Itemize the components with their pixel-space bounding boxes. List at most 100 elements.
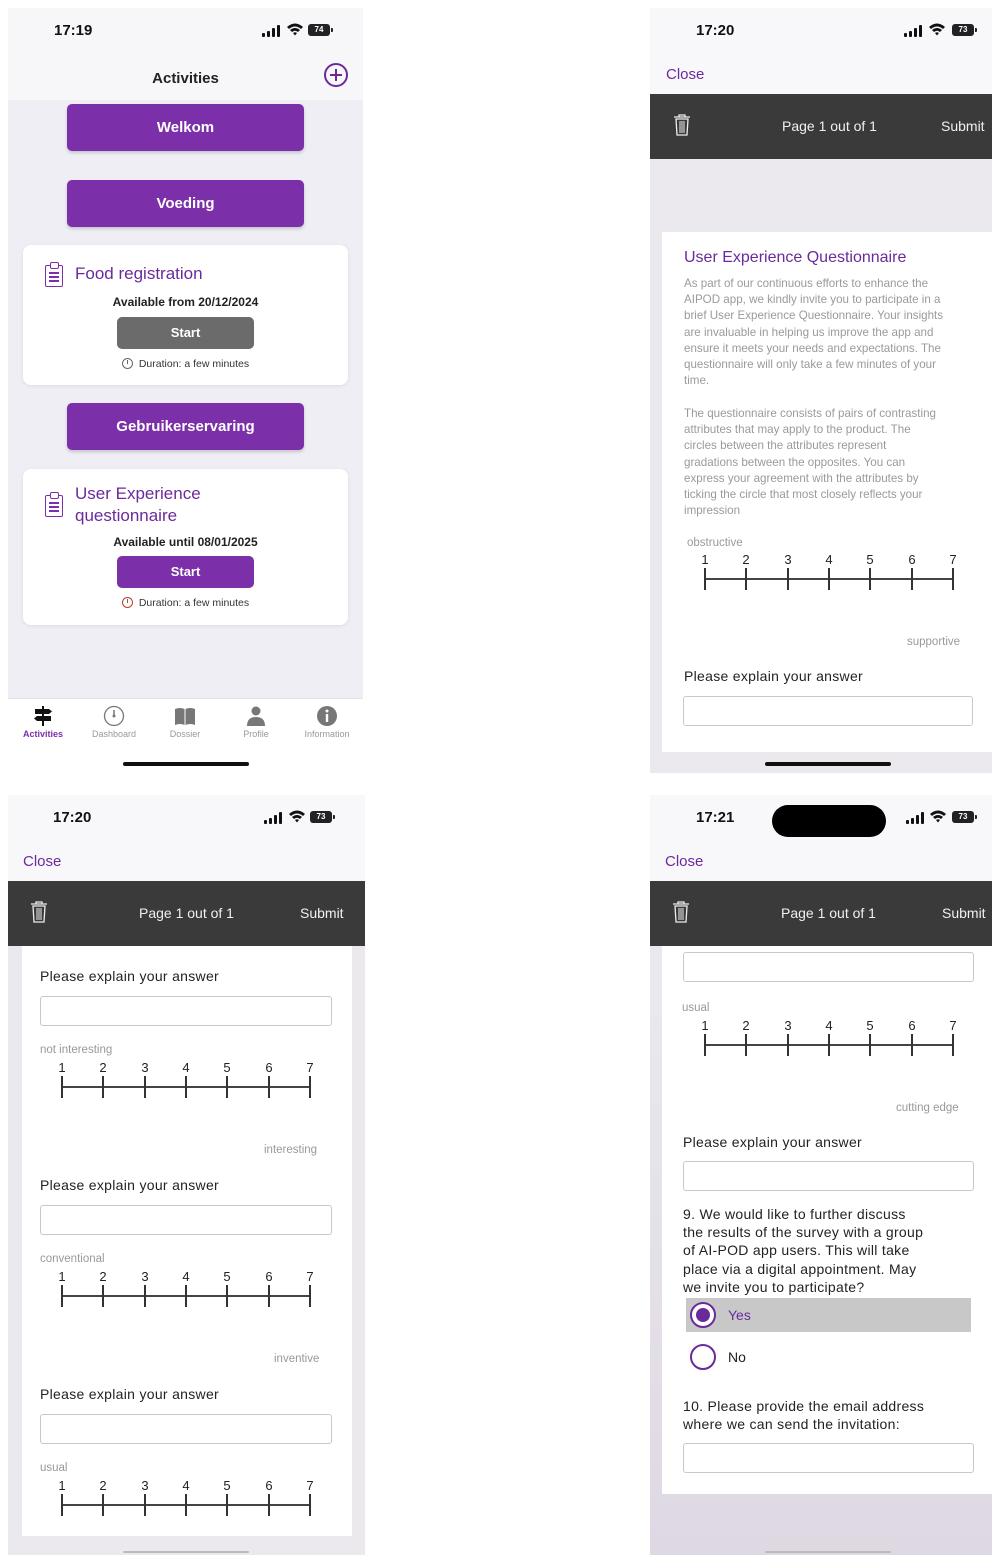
scale-option-6[interactable] <box>268 1285 270 1307</box>
scale-option-6[interactable] <box>911 1034 913 1056</box>
tab-profile[interactable]: Profile <box>221 705 291 739</box>
status-time: 17:21 <box>696 809 735 826</box>
welkom-button[interactable]: Welkom <box>67 104 304 151</box>
rating-scale-inventive[interactable]: 1 2 3 4 5 6 7 <box>58 1269 322 1307</box>
signal-icon <box>264 812 282 824</box>
scale-option-2[interactable] <box>102 1494 104 1516</box>
scale-option-4[interactable] <box>185 1494 187 1516</box>
scale-option-3[interactable] <box>787 568 789 590</box>
card-title-line-1: User Experience <box>75 484 201 503</box>
scale-number: 6 <box>908 552 916 567</box>
tab-dossier[interactable]: Dossier <box>150 705 220 739</box>
scale-option-4[interactable] <box>185 1076 187 1098</box>
scale-option-7[interactable] <box>952 1034 954 1056</box>
scale-option-5[interactable] <box>226 1285 228 1307</box>
radio-yes[interactable] <box>690 1302 716 1328</box>
tab-information[interactable]: Information <box>292 705 362 739</box>
scale-option-7[interactable] <box>309 1076 311 1098</box>
scale-right-label: supportive <box>907 636 961 648</box>
scale-option-2[interactable] <box>102 1076 104 1098</box>
scale-option-4[interactable] <box>185 1285 187 1307</box>
activities-screen: 17:19 74 Activities Welkom Voeding Food … <box>8 8 363 773</box>
ux-questionnaire-card: User Experience questionnaire Available … <box>23 469 348 625</box>
scale-option-4[interactable] <box>828 1034 830 1056</box>
card-title: Food registration <box>75 264 203 283</box>
scale-option-3[interactable] <box>144 1494 146 1516</box>
scale-option-1[interactable] <box>61 1076 63 1098</box>
trash-icon[interactable] <box>672 900 690 924</box>
close-bar: Close <box>8 845 365 881</box>
status-bar: 17:19 74 <box>8 8 363 58</box>
explain-input[interactable] <box>40 996 332 1026</box>
food-registration-start-button[interactable]: Start <box>117 317 254 349</box>
explain-input[interactable] <box>683 696 973 726</box>
signpost-icon <box>34 706 52 726</box>
rating-scale-cutting-edge[interactable]: 1 2 3 4 5 6 7 <box>58 1478 322 1516</box>
scale-option-6[interactable] <box>268 1076 270 1098</box>
scale-option-5[interactable] <box>869 568 871 590</box>
scale-number: 1 <box>701 552 709 567</box>
submit-button[interactable]: Submit <box>941 118 985 134</box>
submit-button[interactable]: Submit <box>300 905 344 921</box>
scale-option-4[interactable] <box>828 568 830 590</box>
scale-option-3[interactable] <box>144 1285 146 1307</box>
close-button[interactable]: Close <box>665 853 703 870</box>
scale-number: 4 <box>182 1060 190 1075</box>
scale-option-5[interactable] <box>226 1076 228 1098</box>
explain-input[interactable] <box>683 1161 974 1191</box>
scale-option-2[interactable] <box>102 1285 104 1307</box>
close-button[interactable]: Close <box>23 853 61 870</box>
questionnaire-screen-intro: 17:20 73 Close Page 1 out of 1 Submit Us… <box>650 8 992 773</box>
gebruikerservaring-button[interactable]: Gebruikerservaring <box>67 403 304 450</box>
card-title-line-2: questionnaire <box>75 506 178 525</box>
scale-option-7[interactable] <box>309 1494 311 1516</box>
nav-bar: Activities <box>8 58 363 100</box>
ux-questionnaire-start-button[interactable]: Start <box>117 556 254 588</box>
scale-number: 5 <box>866 1018 874 1033</box>
voeding-button[interactable]: Voeding <box>67 180 304 227</box>
scale-option-5[interactable] <box>869 1034 871 1056</box>
scale-left-label: usual <box>40 1462 68 1474</box>
questionnaire-card: usual 1 2 3 4 5 6 7 cutting edge Please explai… <box>662 946 992 1494</box>
rating-scale-obstructive[interactable]: 1 2 3 4 5 6 7 <box>701 552 965 590</box>
scale-option-3[interactable] <box>787 1034 789 1056</box>
explain-input[interactable] <box>683 952 974 982</box>
add-activity-button[interactable] <box>324 63 348 87</box>
scale-option-7[interactable] <box>309 1285 311 1307</box>
explain-label: Please explain your answer <box>684 668 864 684</box>
tab-dashboard[interactable]: Dashboard <box>79 705 149 739</box>
scale-option-7[interactable] <box>952 568 954 590</box>
scale-option-6[interactable] <box>911 568 913 590</box>
scale-option-1[interactable] <box>61 1494 63 1516</box>
explain-label: Please explain your answer <box>683 1134 863 1150</box>
rating-scale-interesting[interactable]: 1 2 3 4 5 6 7 <box>58 1060 322 1098</box>
home-indicator <box>765 762 891 766</box>
trash-icon[interactable] <box>30 900 48 924</box>
rating-scale-cutting-edge[interactable]: 1 2 3 4 5 6 7 <box>701 1018 965 1056</box>
explain-input[interactable] <box>40 1414 332 1444</box>
scale-number: 3 <box>784 1018 792 1033</box>
questionnaire-screen-scales: 17:20 73 Close Page 1 out of 1 Submit Pl… <box>8 795 365 1555</box>
scale-option-1[interactable] <box>704 568 706 590</box>
scale-option-5[interactable] <box>226 1494 228 1516</box>
close-button[interactable]: Close <box>666 66 704 83</box>
radio-option-no[interactable]: No <box>686 1340 971 1374</box>
scale-option-6[interactable] <box>268 1494 270 1516</box>
submit-button[interactable]: Submit <box>942 905 986 921</box>
radio-no[interactable] <box>690 1344 716 1370</box>
explain-input[interactable] <box>40 1205 332 1235</box>
trash-icon[interactable] <box>673 113 691 137</box>
signal-icon <box>904 25 922 37</box>
clock-icon <box>121 358 133 369</box>
scale-option-1[interactable] <box>61 1285 63 1307</box>
radio-option-yes[interactable]: Yes <box>686 1298 971 1332</box>
explain-label: Please explain your answer <box>40 1386 220 1402</box>
scale-option-3[interactable] <box>144 1076 146 1098</box>
scale-option-2[interactable] <box>745 568 747 590</box>
battery-icon: 73 <box>952 811 977 823</box>
scale-option-1[interactable] <box>704 1034 706 1056</box>
scale-option-2[interactable] <box>745 1034 747 1056</box>
tab-activities[interactable]: Activities <box>8 705 78 739</box>
email-input[interactable] <box>683 1443 974 1473</box>
scale-left-label: conventional <box>40 1253 105 1265</box>
